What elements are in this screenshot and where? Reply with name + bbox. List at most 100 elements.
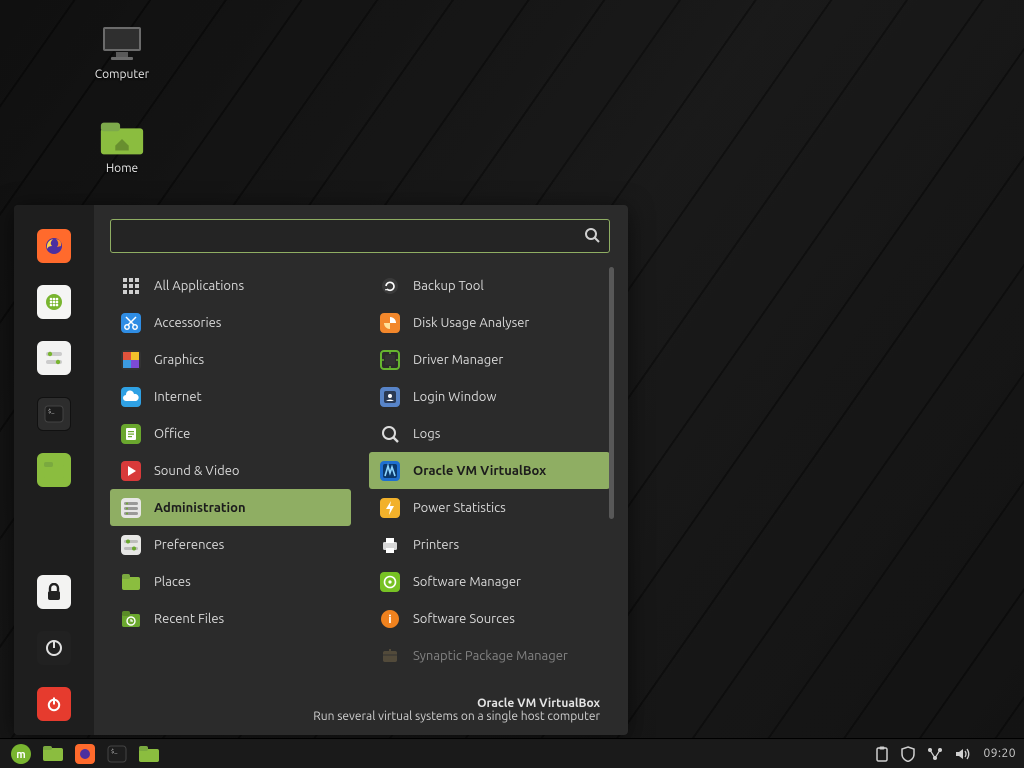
scissors-icon (120, 312, 142, 334)
prefs-icon (120, 534, 142, 556)
category-label: All Applications (154, 279, 244, 293)
terminal-icon: $_ (107, 745, 127, 763)
app-label: Software Manager (413, 575, 521, 589)
svg-text:$_: $_ (48, 408, 54, 415)
app-label: Backup Tool (413, 279, 484, 293)
folder-icon (120, 571, 142, 593)
recent-icon (120, 608, 142, 630)
play-icon (120, 460, 142, 482)
category-item-recent-files[interactable]: Recent Files (110, 600, 351, 637)
desktop-icon (42, 745, 64, 763)
taskbar: m $_ 09:20 (0, 738, 1024, 768)
apps-grid-icon (45, 293, 63, 311)
favorite-files[interactable] (37, 453, 71, 487)
admin-icon (120, 497, 142, 519)
svg-text:i: i (388, 614, 391, 626)
category-item-graphics[interactable]: Graphics (110, 341, 351, 378)
favorite-apps[interactable] (37, 285, 71, 319)
category-item-office[interactable]: Office (110, 415, 351, 452)
app-item-backup-tool[interactable]: Backup Tool (369, 267, 610, 304)
firefox-icon (75, 744, 95, 764)
folder-icon (43, 461, 65, 479)
terminal-icon: $_ (44, 405, 64, 423)
app-label: Disk Usage Analyser (413, 316, 529, 330)
favorite-logout[interactable] (37, 631, 71, 665)
cloud-icon (120, 386, 142, 408)
favorite-settings[interactable] (37, 341, 71, 375)
category-list[interactable]: All Applications Accessories GraphicsInter… (104, 267, 357, 687)
category-item-internet[interactable]: Internet (110, 378, 351, 415)
category-label: Office (154, 427, 190, 441)
search-icon (584, 227, 600, 243)
app-item-software-sources[interactable]: iSoftware Sources (369, 600, 610, 637)
home-folder-icon (98, 118, 146, 158)
swmgr-icon (379, 571, 401, 593)
palette-icon (120, 349, 142, 371)
app-label: Synaptic Package Manager (413, 649, 568, 663)
app-list[interactable]: Backup Tool Disk Usage Analyser Driver Man… (363, 267, 616, 687)
category-item-sound-video[interactable]: Sound & Video (110, 452, 351, 489)
app-label: Printers (413, 538, 459, 552)
swsrc-icon: i (379, 608, 401, 630)
logs-icon (379, 423, 401, 445)
app-item-synaptic-package-manager[interactable]: Synaptic Package Manager (369, 637, 610, 674)
category-label: Administration (154, 501, 246, 515)
menu-button[interactable]: m (8, 742, 34, 766)
desktop-icon-label: Computer (82, 68, 162, 81)
category-label: Places (154, 575, 191, 589)
category-item-all-applications[interactable]: All Applications (110, 267, 351, 304)
backup-icon (379, 275, 401, 297)
app-label: Login Window (413, 390, 496, 404)
app-label: Power Statistics (413, 501, 506, 515)
app-item-software-manager[interactable]: Software Manager (369, 563, 610, 600)
driver-icon (379, 349, 401, 371)
app-item-login-window[interactable]: Login Window (369, 378, 610, 415)
app-item-power-statistics[interactable]: Power Statistics (369, 489, 610, 526)
app-item-disk-usage-analyser[interactable]: Disk Usage Analyser (369, 304, 610, 341)
app-item-oracle-vm-virtualbox[interactable]: Oracle VM VirtualBox (369, 452, 610, 489)
menu-main: All Applications Accessories GraphicsInter… (94, 205, 628, 735)
launcher-files[interactable] (136, 742, 162, 766)
category-label: Sound & Video (154, 464, 240, 478)
app-label: Oracle VM VirtualBox (413, 464, 546, 478)
app-label: Driver Manager (413, 353, 503, 367)
mint-logo-icon: m (10, 743, 32, 765)
power-icon (46, 696, 62, 712)
shield-icon[interactable] (901, 746, 915, 762)
synaptic-icon (379, 645, 401, 667)
favorite-terminal[interactable]: $_ (37, 397, 71, 431)
vbox-icon (379, 460, 401, 482)
app-item-printers[interactable]: Printers (369, 526, 610, 563)
doc-icon (120, 423, 142, 445)
category-label: Preferences (154, 538, 224, 552)
launcher-terminal[interactable]: $_ (104, 742, 130, 766)
favorites-column: $_ (14, 205, 94, 735)
category-label: Accessories (154, 316, 221, 330)
category-label: Recent Files (154, 612, 224, 626)
printer-icon (379, 534, 401, 556)
favorite-power[interactable] (37, 687, 71, 721)
desktop-icon-computer[interactable]: Computer (82, 24, 162, 81)
search-input[interactable] (110, 219, 610, 253)
clock[interactable]: 09:20 (983, 747, 1016, 760)
svg-text:m: m (16, 749, 25, 761)
clipboard-icon[interactable] (875, 746, 889, 762)
svg-text:$_: $_ (111, 748, 117, 755)
app-item-logs[interactable]: Logs (369, 415, 610, 452)
launcher-firefox[interactable] (72, 742, 98, 766)
category-item-administration[interactable]: Administration (110, 489, 351, 526)
app-item-driver-manager[interactable]: Driver Manager (369, 341, 610, 378)
lock-icon (46, 583, 62, 601)
desktop-icon-label: Home (82, 162, 162, 175)
category-item-places[interactable]: Places (110, 563, 351, 600)
desktop-icon-home[interactable]: Home (82, 118, 162, 175)
category-item-accessories[interactable]: Accessories (110, 304, 351, 341)
volume-icon[interactable] (955, 747, 971, 761)
favorite-firefox[interactable] (37, 229, 71, 263)
network-icon[interactable] (927, 747, 943, 761)
favorite-lock[interactable] (37, 575, 71, 609)
category-item-preferences[interactable]: Preferences (110, 526, 351, 563)
show-desktop-button[interactable] (40, 742, 66, 766)
grid-icon (120, 275, 142, 297)
search-wrap (110, 219, 610, 253)
